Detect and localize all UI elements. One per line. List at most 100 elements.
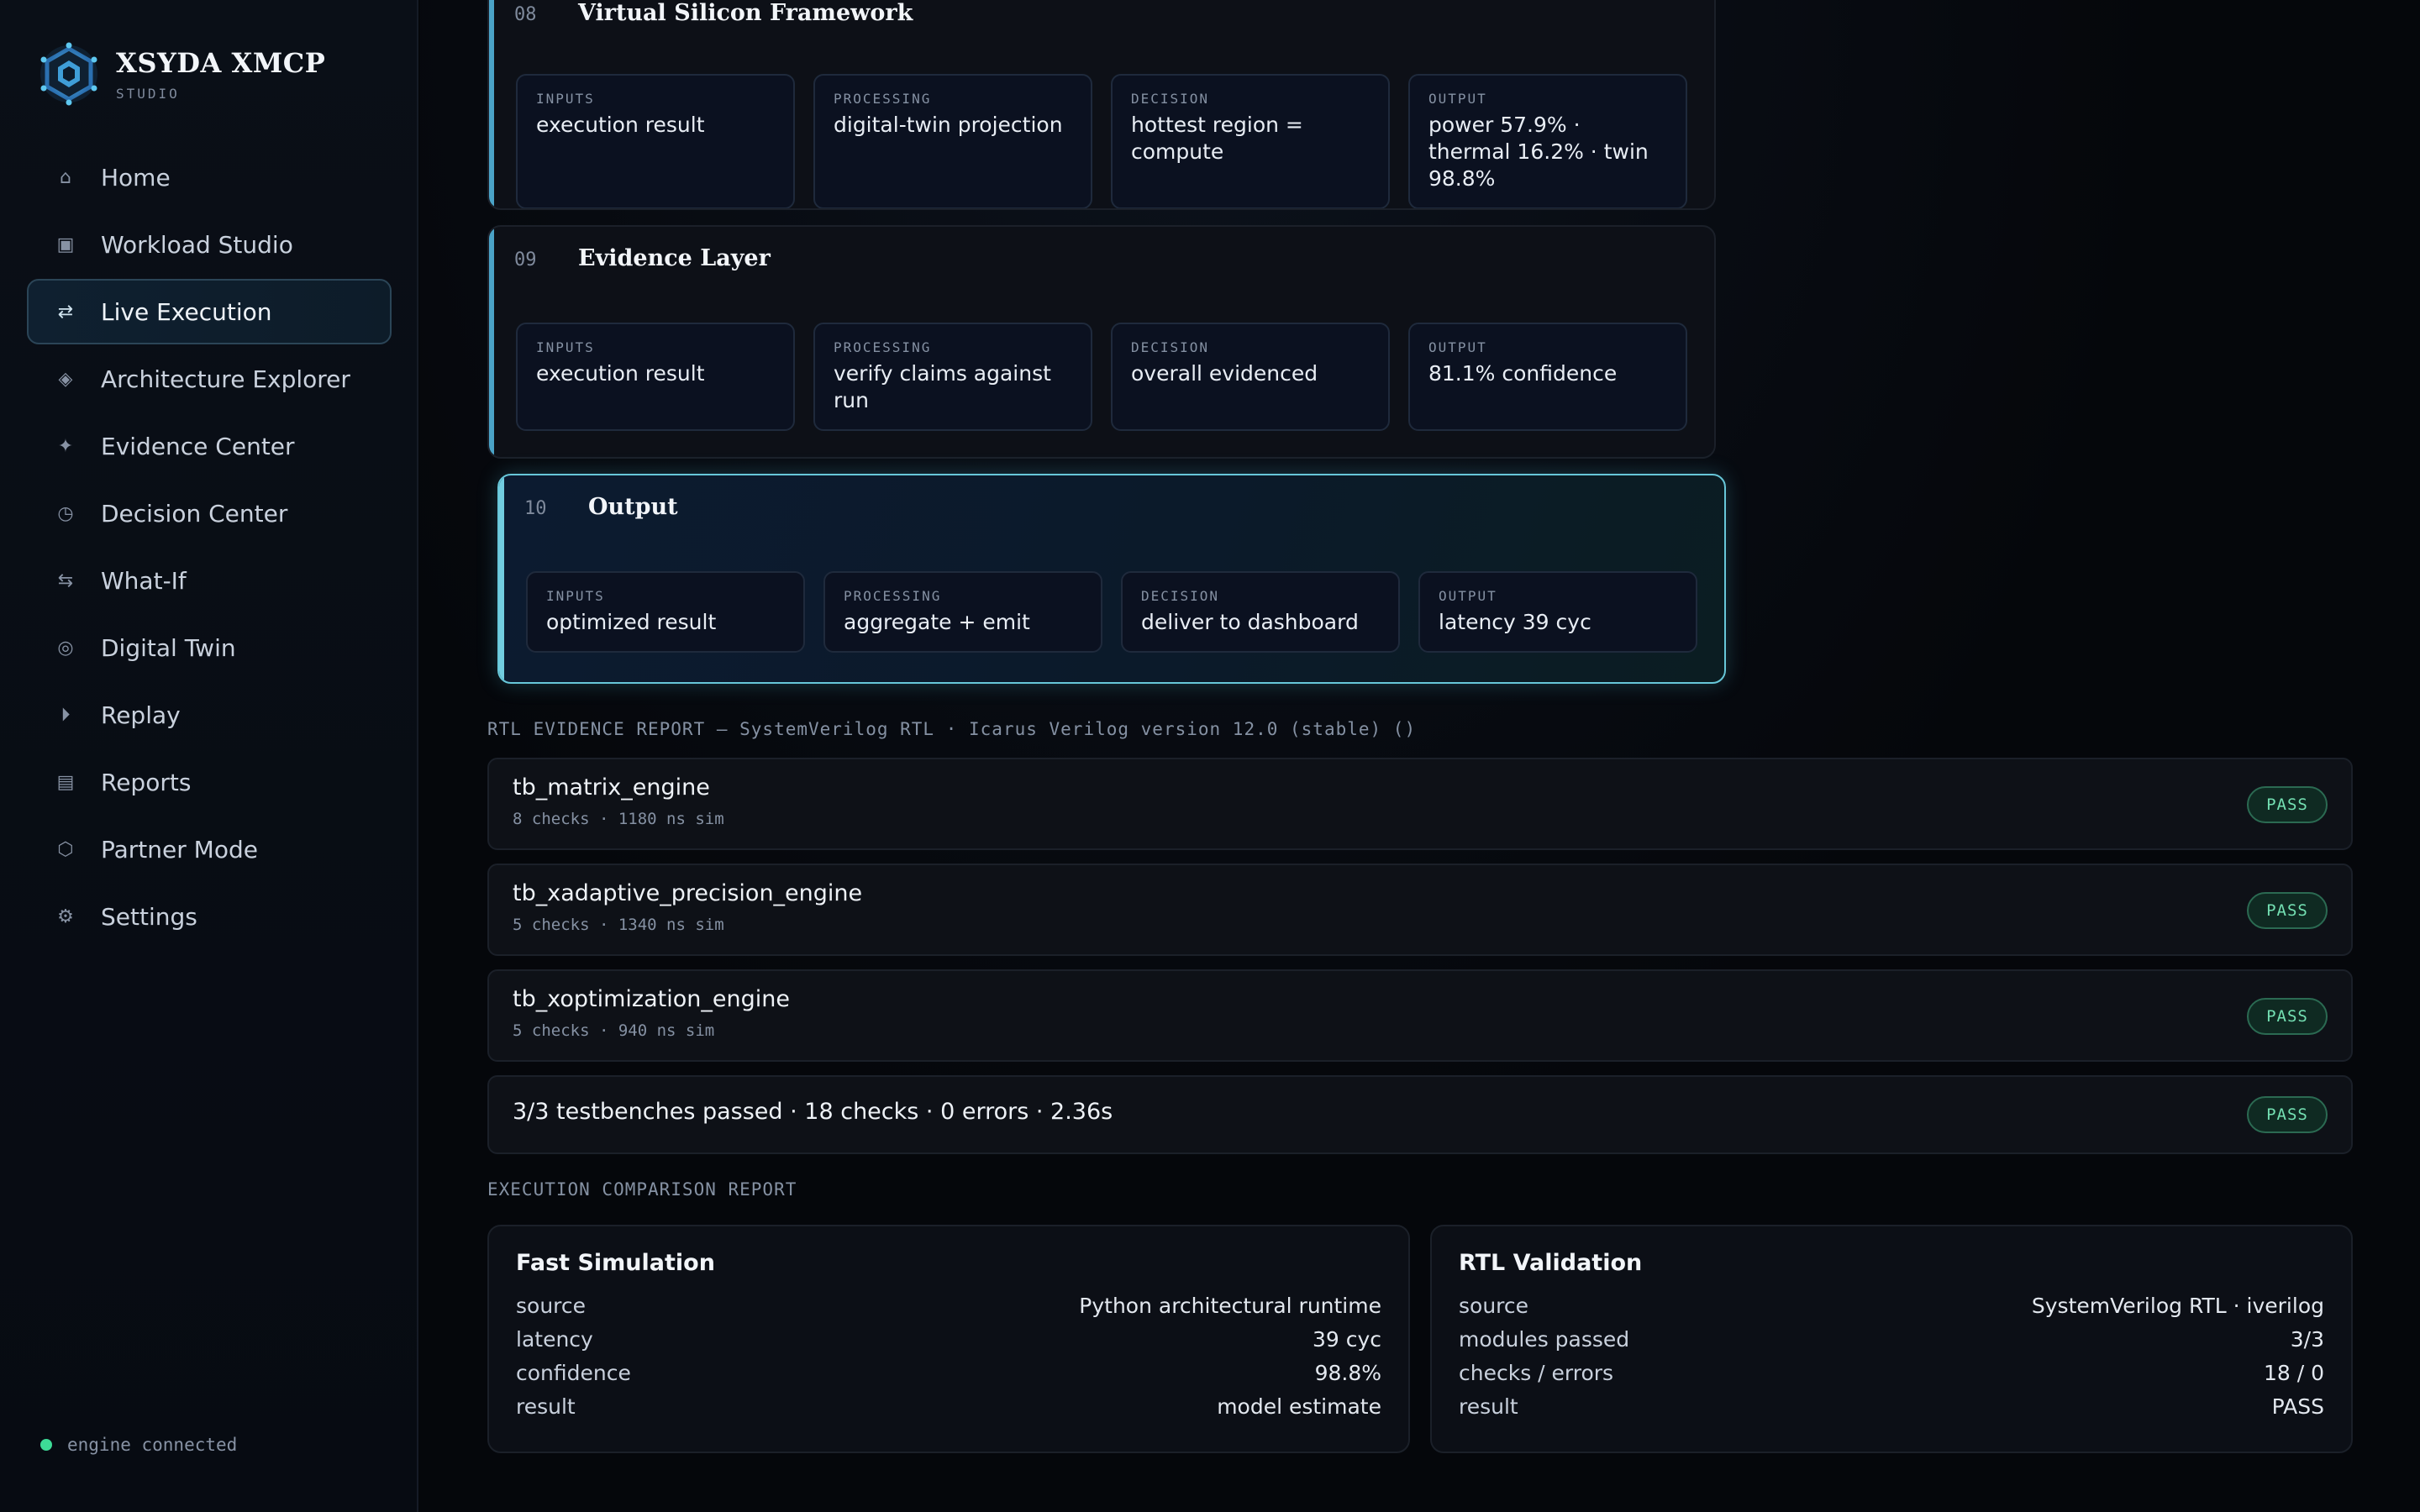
sidebar-item-replay[interactable]: ⏵ Replay [27,682,392,748]
sidebar-item-settings[interactable]: ⚙ Settings [27,884,392,949]
cell-label: DECISION [1131,339,1210,355]
stage-cell-inputs: INPUTS execution result [516,323,795,431]
brand-name: XSYDA XMCP [116,47,326,79]
brand-subtitle: STUDIO [116,86,180,102]
sidebar-item-label: Workload Studio [101,230,293,259]
main-content: 08 Virtual Silicon Framework INPUTS execu… [420,0,2420,1512]
cell-value: hottest region = compute [1131,113,1303,164]
status-text: engine connected [67,1435,238,1455]
stage-cell-decision: DECISION overall evidenced [1111,323,1390,431]
row-value: 3/3 [2290,1327,2324,1352]
stage-cell-decision: DECISION deliver to dashboard [1121,571,1400,653]
rtl-evidence-heading: RTL EVIDENCE REPORT — SystemVerilog RTL … [487,719,1417,739]
rtl-row[interactable]: tb_xadaptive_precision_engine 5 checks ·… [487,864,2353,956]
sidebar-item-decision-center[interactable]: ◷ Decision Center [27,480,392,546]
sidebar-item-label: Live Execution [101,297,272,326]
sidebar-item-label: Architecture Explorer [101,365,350,393]
decision-icon: ◷ [57,502,74,524]
testbench-meta: 5 checks · 940 ns sim [513,1021,715,1040]
brand-text: XSYDA XMCP STUDIO [116,47,325,102]
live-execution-icon: ⇄ [57,301,74,323]
row-value: Python architectural runtime [1079,1294,1381,1318]
cell-value: overall evidenced [1131,361,1318,386]
stage-title: Virtual Silicon Framework [578,0,913,26]
rtl-summary-text: 3/3 testbenches passed · 18 checks · 0 e… [513,1099,1113,1125]
stage-cells: INPUTS execution result PROCESSING digital-… [516,74,1687,208]
row-value: SystemVerilog RTL · iverilog [2031,1294,2324,1318]
sidebar-item-label: Home [101,163,171,192]
cell-value: deliver to dashboard [1141,610,1359,634]
stage-card-08[interactable]: 08 Virtual Silicon Framework INPUTS execu… [487,0,1716,210]
stage-cells: INPUTS optimized result PROCESSING aggregat… [526,571,1697,653]
cell-value: execution result [536,113,705,137]
cell-value: optimized result [546,610,717,634]
row-key: result [516,1394,576,1419]
comparison-row: result model estimate [516,1390,1381,1424]
stage-cell-processing: PROCESSING verify claims against run [813,323,1092,431]
stage-cell-processing: PROCESSING aggregate + emit [823,571,1102,653]
sidebar-item-label: Partner Mode [101,835,258,864]
comparison-heading: EXECUTION COMPARISON REPORT [487,1179,797,1200]
sidebar-item-live-execution[interactable]: ⇄ Live Execution [27,279,392,344]
row-key: result [1459,1394,1518,1419]
stage-cells: INPUTS execution result PROCESSING verify c… [516,323,1687,431]
cell-value: execution result [536,361,705,386]
rtl-summary-row[interactable]: 3/3 testbenches passed · 18 checks · 0 e… [487,1075,2353,1154]
sidebar-item-digital-twin[interactable]: ◎ Digital Twin [27,615,392,680]
row-key: source [1459,1294,1529,1318]
comparison-row: source Python architectural runtime [516,1289,1381,1323]
digital-twin-icon: ◎ [57,637,74,659]
cell-label: OUTPUT [1428,339,1487,355]
sidebar: XSYDA XMCP STUDIO ⌂ Home ▣ Workload Studio ⇄… [0,0,418,1512]
cell-value: aggregate + emit [844,610,1030,634]
stage-card-10[interactable]: 10 Output INPUTS optimized result PROCESSI… [497,474,1726,684]
cell-label: PROCESSING [834,91,932,107]
cell-label: DECISION [1141,588,1220,604]
sidebar-item-partner-mode[interactable]: ⬡ Partner Mode [27,816,392,882]
sidebar-item-reports[interactable]: ▤ Reports [27,749,392,815]
cell-value: digital-twin projection [834,113,1063,137]
sidebar-item-label: Decision Center [101,499,288,528]
row-key: latency [516,1327,593,1352]
replay-icon: ⏵ [60,704,71,726]
architecture-icon: ◈ [58,368,73,390]
rtl-row[interactable]: tb_xoptimization_engine 5 checks · 940 n… [487,969,2353,1062]
app-window: XSYDA XMCP STUDIO ⌂ Home ▣ Workload Studio ⇄… [0,0,2420,1512]
sidebar-item-what-if[interactable]: ⇆ What-If [27,548,392,613]
row-key: checks / errors [1459,1361,1614,1385]
testbench-meta: 5 checks · 1340 ns sim [513,916,724,934]
evidence-icon: ✦ [57,435,74,457]
cell-label: OUTPUT [1428,91,1487,107]
stage-number: 08 [514,4,537,25]
sidebar-nav: ⌂ Home ▣ Workload Studio ⇄ Live Execution ◈ Arc… [27,144,392,951]
cell-label: INPUTS [536,339,595,355]
row-value: model estimate [1217,1394,1381,1419]
stage-cell-output: OUTPUT 81.1% confidence [1408,323,1687,431]
card-title: Fast Simulation [516,1250,715,1276]
comparison-row: result PASS [1459,1390,2324,1424]
sidebar-item-label: Replay [101,701,181,729]
pass-badge: PASS [2247,998,2328,1035]
sidebar-item-home[interactable]: ⌂ Home [27,144,392,210]
card-title: RTL Validation [1459,1250,1643,1276]
stage-cell-output: OUTPUT power 57.9% · thermal 16.2% · twin… [1408,74,1687,208]
cell-value: power 57.9% · thermal 16.2% · twin 98.8% [1428,113,1649,191]
sidebar-item-label: What-If [101,566,187,595]
stage-cell-output: OUTPUT latency 39 cyc [1418,571,1697,653]
brand[interactable]: XSYDA XMCP STUDIO [37,42,325,106]
row-key: confidence [516,1361,631,1385]
cell-label: INPUTS [546,588,605,604]
cell-label: INPUTS [536,91,595,107]
rtl-row[interactable]: tb_matrix_engine 8 checks · 1180 ns sim … [487,758,2353,850]
testbench-name: tb_xadaptive_precision_engine [513,880,863,906]
stage-card-09[interactable]: 09 Evidence Layer INPUTS execution result… [487,225,1716,459]
testbench-meta: 8 checks · 1180 ns sim [513,810,724,828]
row-value: 39 cyc [1312,1327,1381,1352]
sidebar-item-architecture-explorer[interactable]: ◈ Architecture Explorer [27,346,392,412]
sidebar-item-label: Evidence Center [101,432,295,460]
cell-value: latency 39 cyc [1439,610,1591,634]
home-icon: ⌂ [60,166,71,188]
row-value: 98.8% [1314,1361,1381,1385]
sidebar-item-workload-studio[interactable]: ▣ Workload Studio [27,212,392,277]
sidebar-item-evidence-center[interactable]: ✦ Evidence Center [27,413,392,479]
